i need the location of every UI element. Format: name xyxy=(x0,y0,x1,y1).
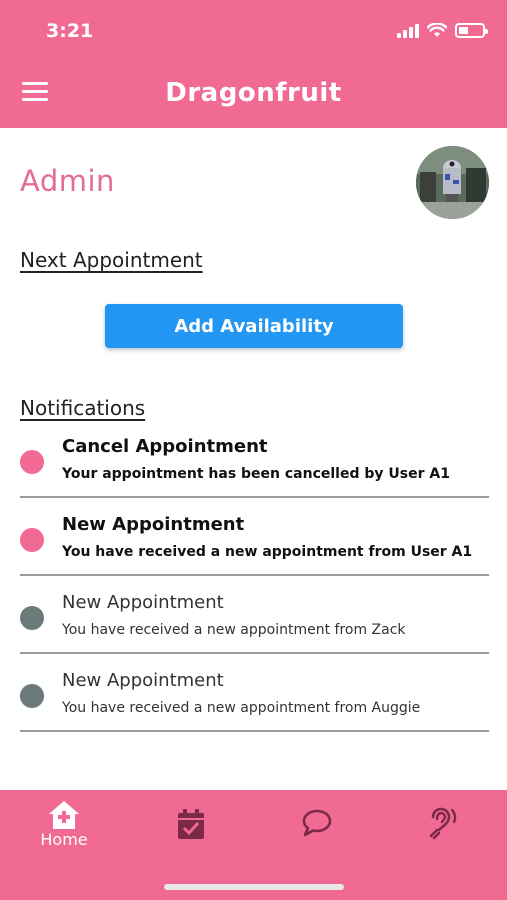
notification-title: New Appointment xyxy=(62,670,224,691)
notification-item[interactable]: Cancel Appointment Your appointment has … xyxy=(20,420,489,498)
tab-home-label: Home xyxy=(40,830,88,849)
battery-icon xyxy=(455,22,488,38)
status-bar: 3:21 xyxy=(0,0,507,62)
calendar-check-icon xyxy=(178,809,204,839)
read-indicator-icon xyxy=(20,606,44,630)
notification-body: You have received a new appointment from… xyxy=(62,700,421,716)
read-indicator-icon xyxy=(20,684,44,708)
tab-home[interactable]: Home xyxy=(14,790,114,860)
notification-item[interactable]: New Appointment You have received a new … xyxy=(20,654,489,732)
notification-title: New Appointment xyxy=(62,592,224,613)
tab-calendar[interactable] xyxy=(141,790,241,860)
notifications-list: Cancel Appointment Your appointment has … xyxy=(20,420,489,732)
notification-item[interactable]: New Appointment You have received a new … xyxy=(20,576,489,654)
status-time: 3:21 xyxy=(46,20,94,42)
hearing-icon xyxy=(429,807,457,840)
home-icon xyxy=(49,801,79,829)
cellular-signal-icon xyxy=(397,22,419,38)
notification-body: Your appointment has been cancelled by U… xyxy=(62,466,450,482)
next-appointment-heading: Next Appointment xyxy=(20,248,203,272)
notification-item[interactable]: New Appointment You have received a new … xyxy=(20,498,489,576)
top-app-bar: 3:21 Dragonfruit xyxy=(0,0,507,128)
notification-title: New Appointment xyxy=(62,514,245,535)
home-indicator[interactable] xyxy=(164,884,344,890)
app-title: Dragonfruit xyxy=(165,78,342,108)
notifications-heading: Notifications xyxy=(20,396,146,420)
add-availability-button[interactable]: Add Availability xyxy=(105,304,403,348)
app-bar: Dragonfruit xyxy=(0,62,507,128)
tab-messages[interactable] xyxy=(267,790,367,860)
notification-body: You have received a new appointment from… xyxy=(62,544,473,560)
chat-bubble-icon xyxy=(302,809,332,837)
notification-title: Cancel Appointment xyxy=(62,436,268,457)
wifi-icon xyxy=(427,22,447,37)
tab-hearing[interactable] xyxy=(393,790,493,860)
unread-indicator-icon xyxy=(20,528,44,552)
unread-indicator-icon xyxy=(20,450,44,474)
status-icons xyxy=(397,22,488,38)
page-title: Admin xyxy=(20,164,115,198)
notification-body: You have received a new appointment from… xyxy=(62,622,406,638)
user-avatar[interactable] xyxy=(416,146,489,219)
